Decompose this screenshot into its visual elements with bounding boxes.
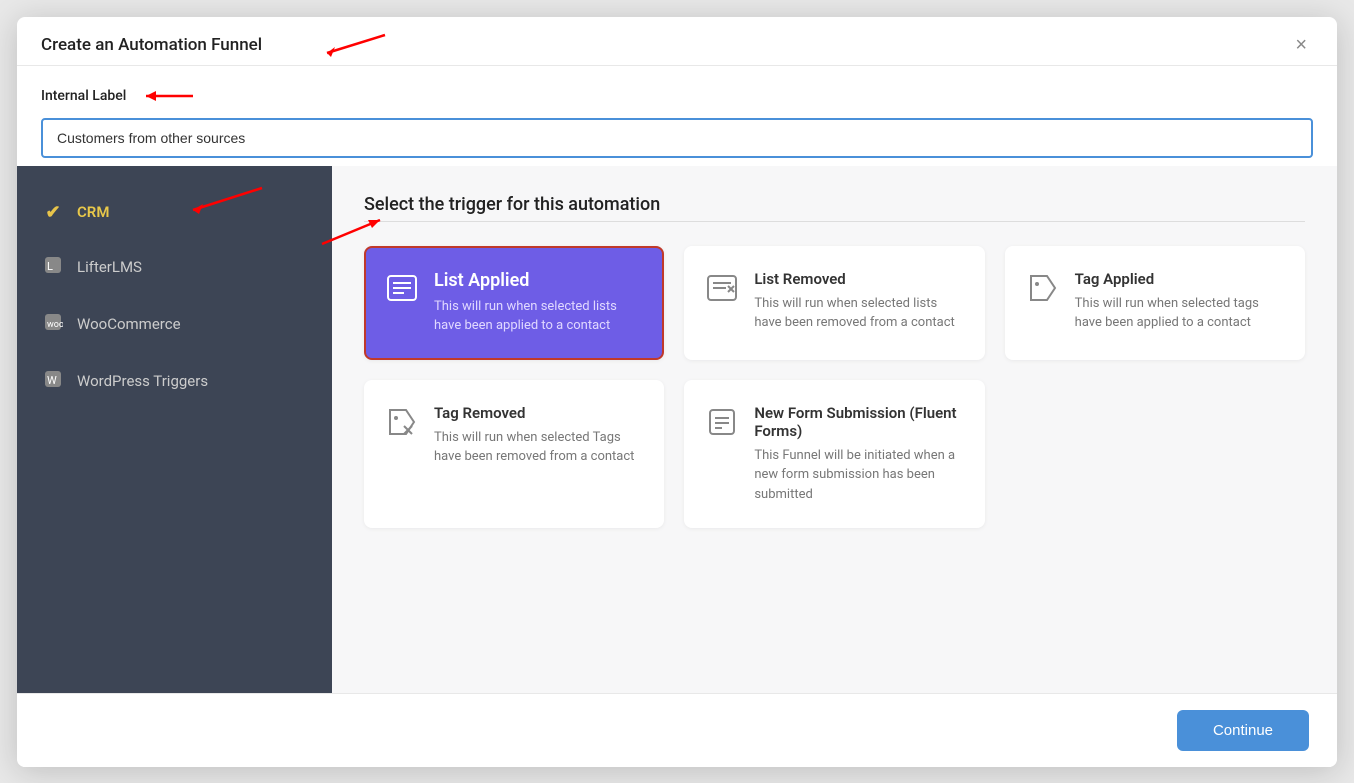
sidebar-item-woocommerce-label: WooCommerce bbox=[77, 315, 181, 333]
label-section: Internal Label bbox=[17, 66, 1337, 166]
close-button[interactable]: × bbox=[1289, 33, 1313, 57]
tag-applied-desc: This will run when selected tags have be… bbox=[1075, 294, 1283, 333]
sidebar-item-lifterlms[interactable]: L LifterLMS bbox=[17, 239, 332, 296]
continue-button[interactable]: Continue bbox=[1177, 710, 1309, 751]
list-removed-icon bbox=[706, 272, 740, 311]
trigger-card-tag-removed[interactable]: Tag Removed This will run when selected … bbox=[364, 380, 664, 529]
arrow-to-trigger bbox=[312, 212, 392, 248]
svg-text:L: L bbox=[47, 260, 53, 273]
dialog: Create an Automation Funnel × Internal L… bbox=[17, 17, 1337, 767]
trigger-divider bbox=[364, 221, 1305, 222]
trigger-card-new-form-submission[interactable]: New Form Submission (Fluent Forms) This … bbox=[684, 380, 984, 529]
trigger-section: Select the trigger for this automation bbox=[332, 166, 1337, 693]
list-applied-desc: This will run when selected lists have b… bbox=[434, 297, 642, 336]
list-removed-title: List Removed bbox=[754, 270, 962, 288]
new-form-submission-icon bbox=[706, 406, 740, 445]
lifterlms-icon: L bbox=[41, 255, 65, 280]
trigger-grid: List Applied This will run when selected… bbox=[364, 246, 1305, 529]
sidebar-item-crm-label: CRM bbox=[77, 203, 109, 221]
tag-removed-title: Tag Removed bbox=[434, 404, 642, 422]
list-removed-desc: This will run when selected lists have b… bbox=[754, 294, 962, 333]
crm-icon: ✔ bbox=[41, 202, 65, 223]
new-form-submission-desc: This Funnel will be initiated when a new… bbox=[754, 446, 962, 505]
svg-text:woo: woo bbox=[47, 320, 63, 330]
wordpress-icon: W bbox=[41, 369, 65, 394]
dialog-header: Create an Automation Funnel × bbox=[17, 17, 1337, 66]
arrow-to-crm bbox=[177, 180, 267, 220]
trigger-card-list-removed[interactable]: List Removed This will run when selected… bbox=[684, 246, 984, 360]
sidebar-item-wordpress-triggers-label: WordPress Triggers bbox=[77, 372, 208, 390]
list-applied-title: List Applied bbox=[434, 270, 642, 291]
tag-applied-content: Tag Applied This will run when selected … bbox=[1075, 270, 1283, 333]
internal-label-text: Internal Label bbox=[41, 88, 126, 104]
list-applied-icon bbox=[386, 272, 420, 311]
arrow-to-label bbox=[138, 82, 198, 110]
tag-removed-desc: This will run when selected Tags have be… bbox=[434, 428, 642, 467]
dialog-title: Create an Automation Funnel bbox=[41, 35, 262, 55]
list-applied-content: List Applied This will run when selected… bbox=[434, 270, 642, 336]
sidebar-item-crm[interactable]: ✔ CRM bbox=[17, 186, 332, 239]
tag-removed-icon bbox=[386, 406, 420, 445]
internal-label-input[interactable] bbox=[41, 118, 1313, 158]
trigger-card-tag-applied[interactable]: Tag Applied This will run when selected … bbox=[1005, 246, 1305, 360]
new-form-submission-title: New Form Submission (Fluent Forms) bbox=[754, 404, 962, 440]
woocommerce-icon: woo bbox=[41, 312, 65, 337]
sidebar: ✔ CRM L LifterLMS woo WooCommerce W Word… bbox=[17, 166, 332, 693]
tag-removed-content: Tag Removed This will run when selected … bbox=[434, 404, 642, 467]
trigger-card-list-applied[interactable]: List Applied This will run when selected… bbox=[364, 246, 664, 360]
tag-applied-title: Tag Applied bbox=[1075, 270, 1283, 288]
sidebar-item-woocommerce[interactable]: woo WooCommerce bbox=[17, 296, 332, 353]
trigger-title: Select the trigger for this automation bbox=[364, 194, 1305, 215]
internal-label-row: Internal Label bbox=[41, 82, 1313, 110]
arrow-to-title bbox=[317, 25, 397, 61]
dialog-footer: Continue bbox=[17, 693, 1337, 767]
svg-text:W: W bbox=[47, 374, 57, 387]
new-form-submission-content: New Form Submission (Fluent Forms) This … bbox=[754, 404, 962, 505]
tag-applied-icon bbox=[1027, 272, 1061, 311]
sidebar-item-lifterlms-label: LifterLMS bbox=[77, 258, 142, 276]
list-removed-content: List Removed This will run when selected… bbox=[754, 270, 962, 333]
main-content: ✔ CRM L LifterLMS woo WooCommerce W Word… bbox=[17, 166, 1337, 693]
sidebar-item-wordpress-triggers[interactable]: W WordPress Triggers bbox=[17, 353, 332, 410]
